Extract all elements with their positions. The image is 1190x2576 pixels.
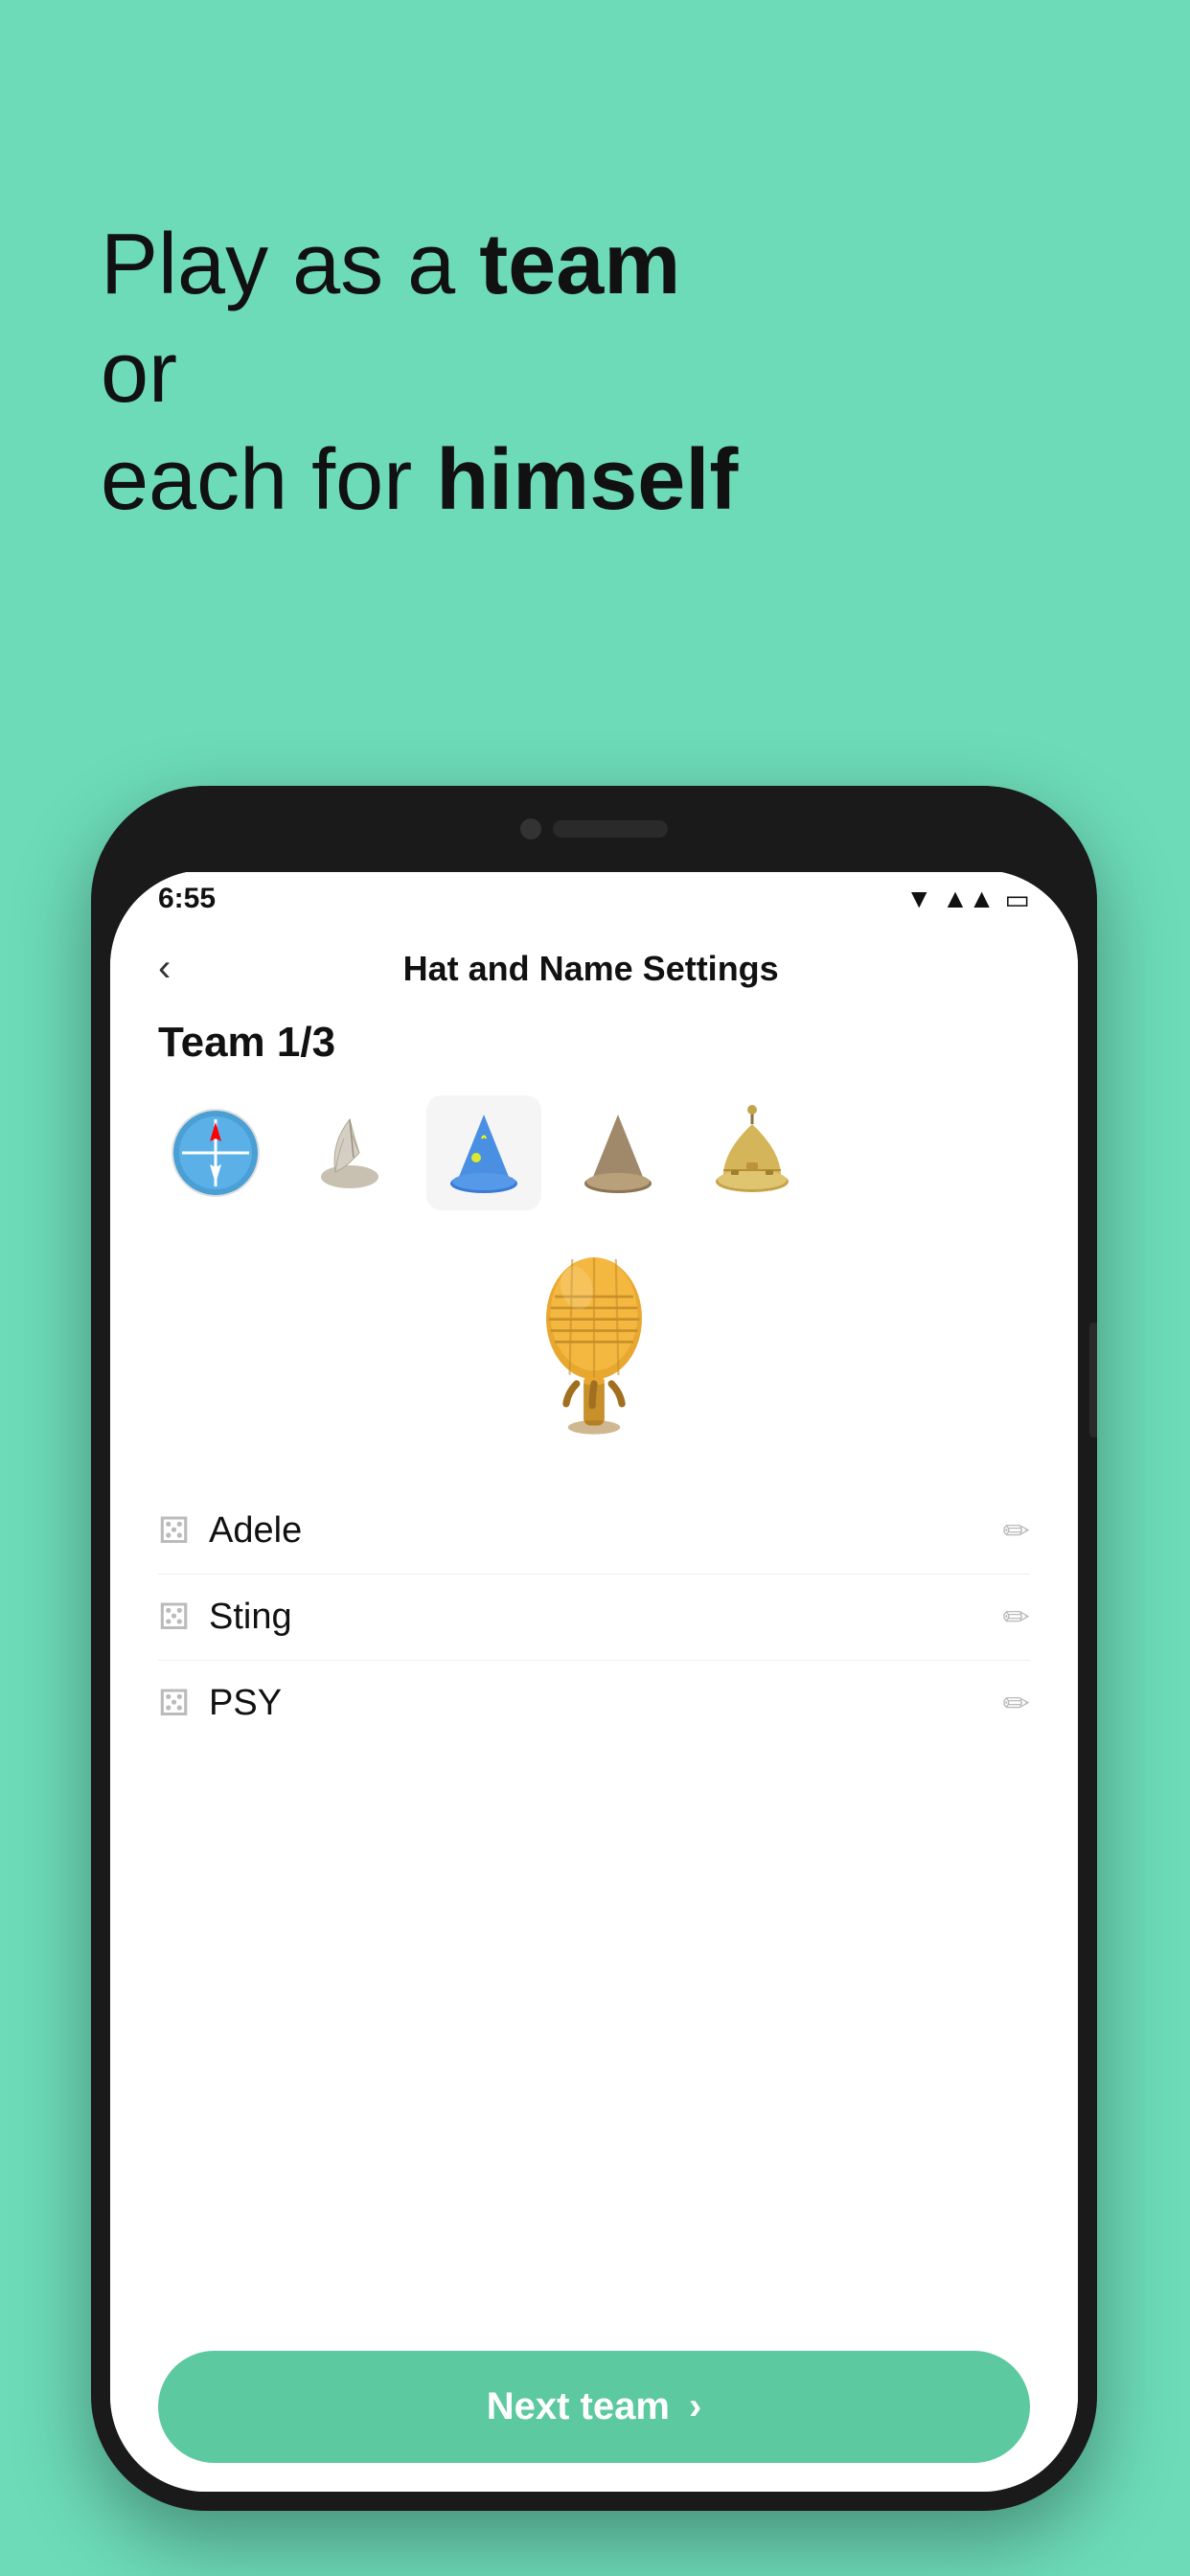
- player-item-adele: ⚄ Adele ✏: [158, 1488, 1030, 1575]
- player-name-sting: Sting: [209, 1597, 983, 1638]
- hat-bell-dome[interactable]: [695, 1095, 810, 1210]
- hero-line-1: Play as a team: [101, 211, 1089, 319]
- hero-line1-text: Play as a: [101, 217, 479, 312]
- hat-compass[interactable]: [158, 1095, 273, 1210]
- edit-icon-sting[interactable]: ✏: [1003, 1598, 1031, 1637]
- status-time: 6:55: [158, 883, 216, 915]
- phone-wrapper: 6:55 ▼ ▲▲ ▭ ‹ Hat and Name Settings Team…: [91, 786, 1099, 2576]
- status-icons: ▼ ▲▲ ▭: [905, 884, 1030, 915]
- hat-wizard-blue[interactable]: [426, 1095, 541, 1210]
- next-team-button[interactable]: Next team ›: [158, 2351, 1030, 2463]
- back-button[interactable]: ‹: [158, 947, 171, 990]
- hero-line3-text: each for: [101, 432, 436, 528]
- dice-icon-sting: ⚄: [158, 1596, 190, 1639]
- hat-carousel[interactable]: [158, 1095, 1030, 1210]
- player-name-adele: Adele: [209, 1510, 983, 1552]
- team-label: Team 1/3: [158, 1019, 1030, 1067]
- screen-content: ‹ Hat and Name Settings Team 1/3: [110, 928, 1078, 2492]
- wifi-icon: ▼: [905, 884, 932, 914]
- battery-icon: ▭: [1005, 884, 1030, 915]
- phone-screen: 6:55 ▼ ▲▲ ▭ ‹ Hat and Name Settings Team…: [110, 870, 1078, 2492]
- player-item-psy: ⚄ PSY ✏: [158, 1661, 1030, 1746]
- dice-icon-adele: ⚄: [158, 1509, 190, 1552]
- hero-line-2: or: [101, 319, 1089, 427]
- next-team-label: Next team: [487, 2385, 670, 2428]
- phone-side-button: [1089, 1322, 1097, 1438]
- hero-text-block: Play as a team or each for himself: [101, 211, 1089, 535]
- hero-line3-bold: himself: [436, 432, 738, 528]
- signal-icon: ▲▲: [942, 884, 995, 914]
- speaker-bar: [553, 820, 668, 838]
- hat-wizard-brown[interactable]: [561, 1095, 675, 1210]
- hero-line1-bold: team: [479, 217, 680, 312]
- nav-header: ‹ Hat and Name Settings: [158, 928, 1030, 1019]
- status-bar: 6:55 ▼ ▲▲ ▭: [110, 870, 1078, 928]
- player-item-sting: ⚄ Sting ✏: [158, 1575, 1030, 1661]
- hero-line2-text: or: [101, 325, 177, 421]
- hero-line-3: each for himself: [101, 426, 1089, 535]
- phone-outer: 6:55 ▼ ▲▲ ▭ ‹ Hat and Name Settings Team…: [91, 786, 1097, 2511]
- phone-top-bar: [91, 786, 1097, 872]
- player-list: ⚄ Adele ✏ ⚄ Sting ✏ ⚄ PSY ✏: [158, 1488, 1030, 2332]
- camera-dot: [520, 818, 541, 840]
- player-name-psy: PSY: [209, 1683, 983, 1724]
- edit-icon-adele[interactable]: ✏: [1003, 1512, 1031, 1551]
- hat-main-display: [158, 1239, 1030, 1450]
- nav-title: Hat and Name Settings: [190, 949, 992, 989]
- edit-icon-psy[interactable]: ✏: [1003, 1685, 1031, 1723]
- dice-icon-psy: ⚄: [158, 1682, 190, 1725]
- hat-feather[interactable]: [292, 1095, 407, 1210]
- next-team-chevron: ›: [689, 2385, 701, 2428]
